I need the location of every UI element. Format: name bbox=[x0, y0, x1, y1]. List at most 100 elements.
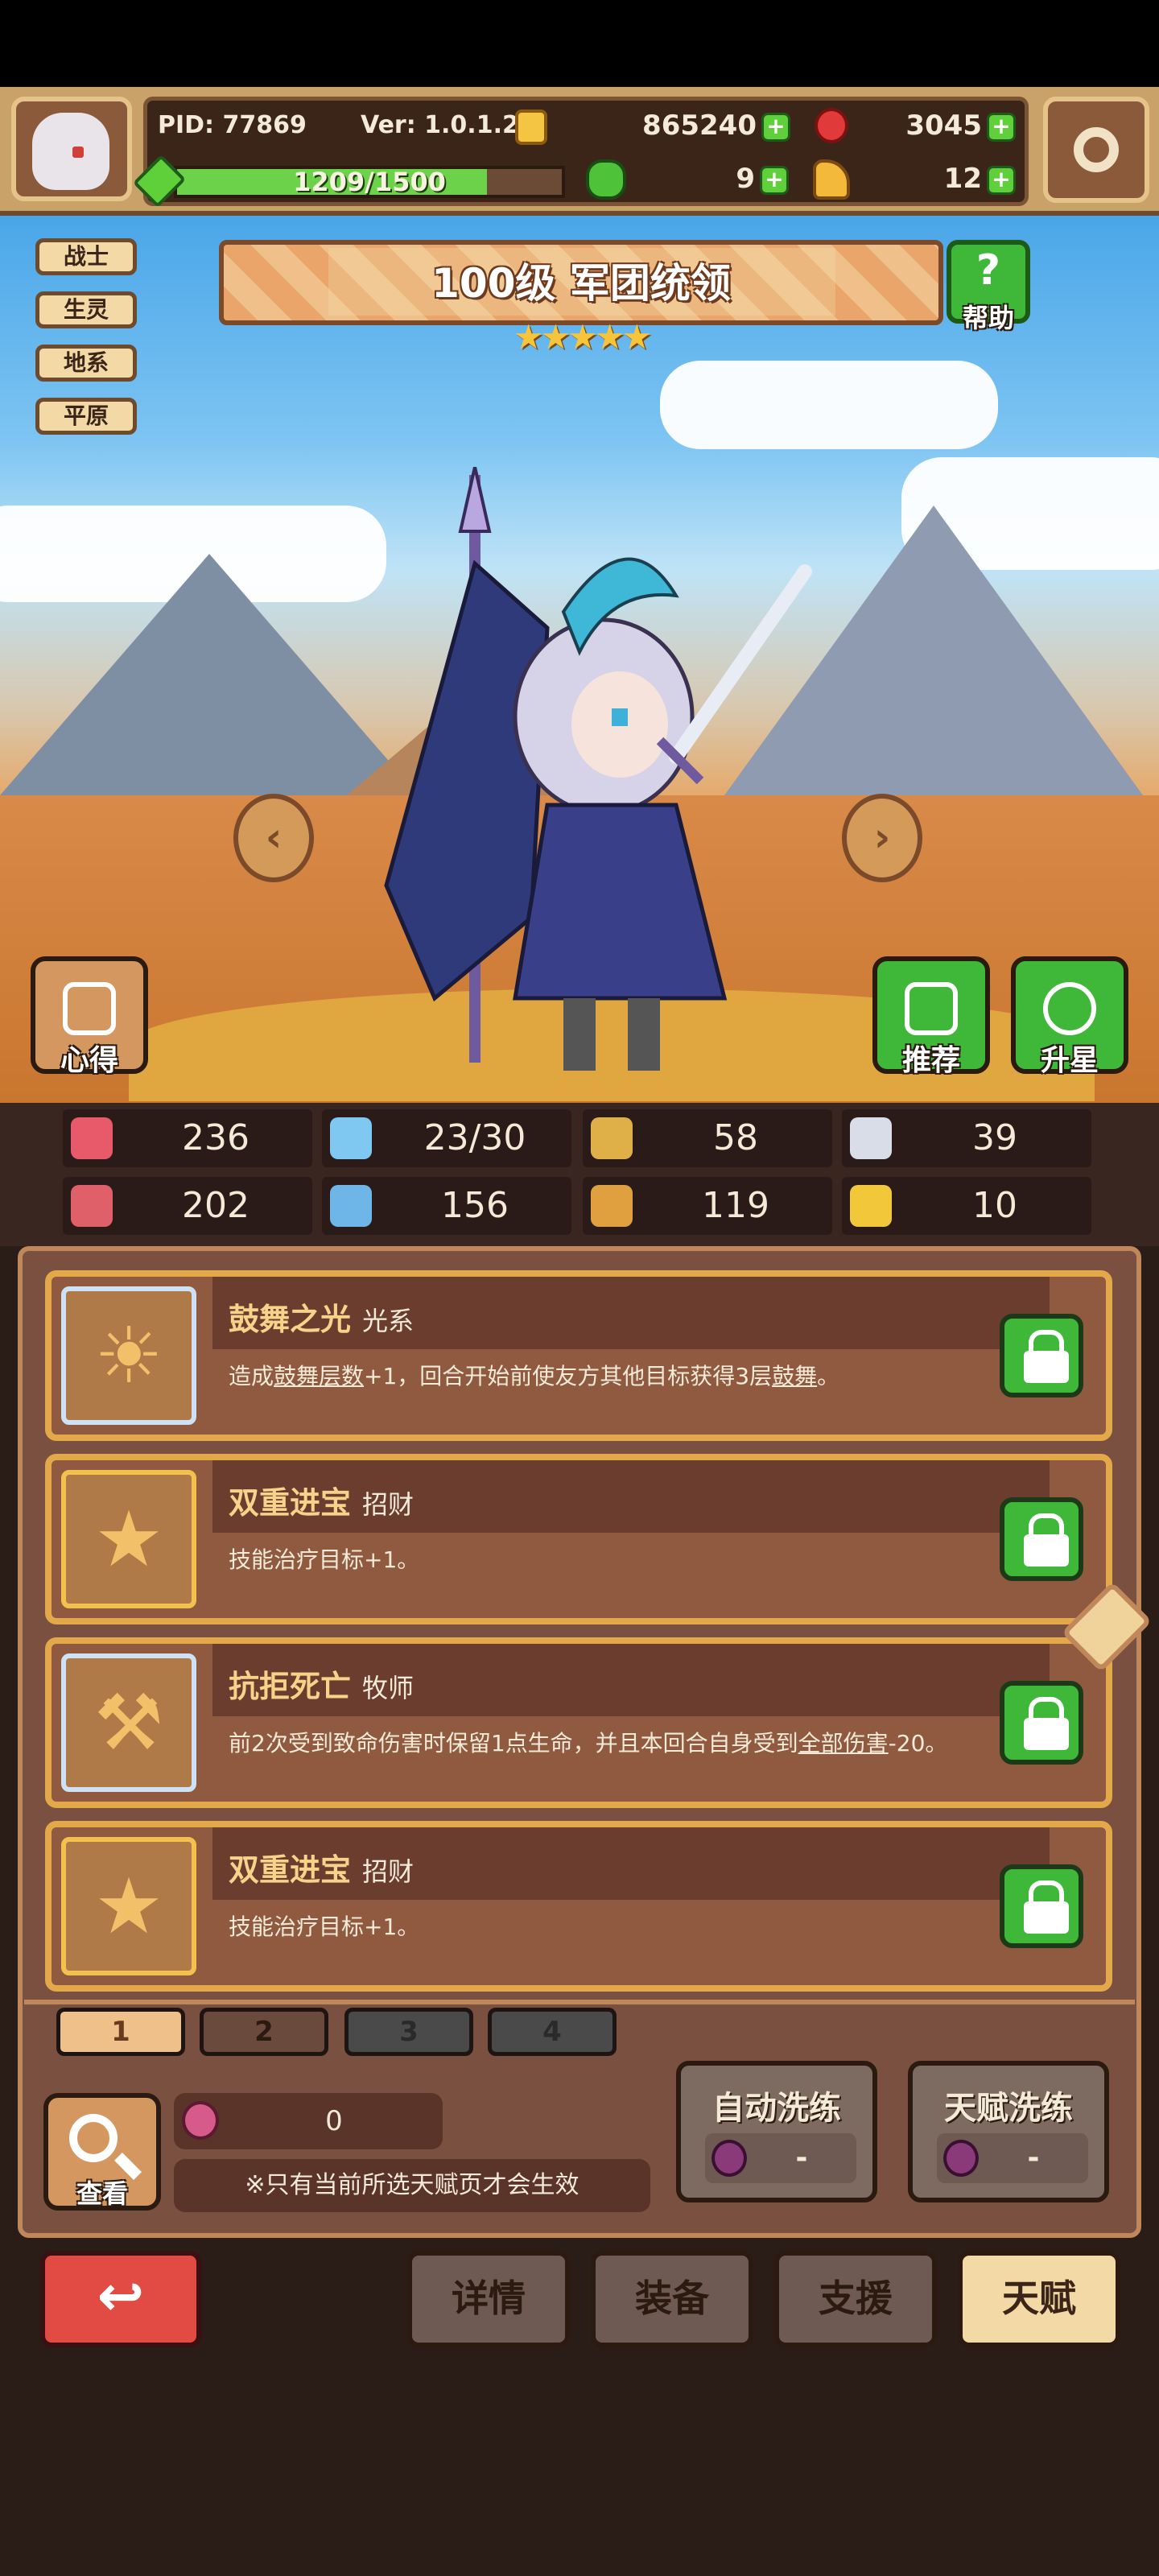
talent-name: 抗拒死亡 bbox=[229, 1669, 352, 1704]
question-icon: ? bbox=[975, 246, 1001, 295]
lock-button[interactable] bbox=[1000, 1681, 1083, 1765]
prev-hero-button[interactable]: ‹ bbox=[233, 794, 314, 882]
tag-terrain[interactable]: 平原 bbox=[35, 398, 137, 435]
stat-shield: 58 bbox=[583, 1109, 832, 1167]
player-avatar[interactable] bbox=[11, 97, 132, 201]
recommend-label: 推荐 bbox=[901, 1044, 960, 1077]
lock-body bbox=[1024, 1901, 1069, 1934]
keyword-link[interactable]: 鼓舞 bbox=[772, 1363, 817, 1389]
hero-stars: ★★★★★ bbox=[513, 317, 652, 357]
hero-cape bbox=[384, 559, 550, 1002]
lock-button[interactable] bbox=[1000, 1864, 1083, 1948]
clover-icon bbox=[586, 159, 626, 200]
description-text: 技能治疗目标+1。 bbox=[229, 1546, 420, 1573]
sun-icon: ☀ bbox=[93, 1311, 164, 1401]
talent-page-tab-3[interactable]: 3 bbox=[344, 2008, 473, 2056]
thumbs-up-icon bbox=[905, 982, 958, 1035]
stat-value: 39 bbox=[972, 1117, 1017, 1158]
talent-reroll-button[interactable]: 天赋洗练 - bbox=[908, 2061, 1109, 2202]
talent-page-note: ※只有当前所选天赋页才会生效 bbox=[174, 2159, 650, 2212]
star-icon: ★ bbox=[93, 1494, 164, 1584]
talent-icon-frame[interactable]: ☀ bbox=[61, 1286, 196, 1425]
description-text: -20。 bbox=[888, 1730, 948, 1757]
ruby-gem-icon bbox=[815, 108, 848, 143]
talent-card[interactable]: ★ 双重进宝 招财技能治疗目标+1。 bbox=[45, 1454, 1112, 1624]
talent-title: 双重进宝 招财 bbox=[229, 1478, 414, 1522]
stat-value: 236 bbox=[182, 1117, 250, 1158]
player-id: PID: 77869 bbox=[158, 111, 307, 139]
talent-page-tab-1[interactable]: 1 bbox=[56, 2008, 185, 2056]
keyword-link[interactable]: 全部伤害 bbox=[798, 1730, 889, 1757]
talent-reroll-cost: - bbox=[1027, 2141, 1040, 2174]
heart-icon bbox=[71, 1117, 113, 1159]
lock-button[interactable] bbox=[1000, 1497, 1083, 1581]
description-text: +1，回合开始前使友方其他目标获得3层 bbox=[364, 1363, 773, 1389]
nav-support-button[interactable]: 支援 bbox=[774, 2251, 937, 2347]
berry-icon bbox=[182, 2101, 219, 2140]
talent-description: 技能治疗目标+1。 bbox=[229, 1544, 1009, 1576]
keyword-link[interactable]: 鼓舞层数 bbox=[274, 1363, 364, 1389]
stat-horseshoe: 10 bbox=[842, 1177, 1091, 1235]
talent-title: 鼓舞之光 光系 bbox=[229, 1294, 414, 1339]
notes-icon bbox=[63, 982, 116, 1035]
talent-card[interactable]: ☀ 鼓舞之光 光系造成鼓舞层数+1，回合开始前使友方其他目标获得3层鼓舞。 bbox=[45, 1270, 1112, 1441]
talent-card[interactable]: ★ 双重进宝 招财 技能治疗目标+1。 bbox=[45, 1821, 1112, 1992]
tag-class[interactable]: 战士 bbox=[35, 238, 137, 275]
talent-description: 造成鼓舞层数+1，回合开始前使友方其他目标获得3层鼓舞。 bbox=[229, 1360, 1009, 1393]
add-gold-button[interactable]: + bbox=[761, 113, 790, 142]
add-hand-token-button[interactable]: + bbox=[987, 166, 1016, 195]
talent-school: 招财 bbox=[362, 1856, 415, 1887]
stat-value: 119 bbox=[702, 1185, 769, 1226]
tag-race[interactable]: 生灵 bbox=[35, 291, 137, 328]
auto-reroll-label: 自动洗练 bbox=[712, 2090, 841, 2127]
stat-value: 202 bbox=[182, 1185, 250, 1226]
xp-text: 1209/1500 bbox=[293, 167, 446, 197]
hero-leg bbox=[628, 998, 660, 1071]
gold-amount: 865240 bbox=[642, 109, 757, 142]
stat-value: 58 bbox=[713, 1117, 758, 1158]
talent-name: 鼓舞之光 bbox=[229, 1302, 352, 1337]
stat-book: 156 bbox=[322, 1177, 571, 1235]
horseshoe-icon bbox=[850, 1185, 892, 1227]
talent-name: 双重进宝 bbox=[229, 1485, 352, 1521]
nav-details-button[interactable]: 详情 bbox=[407, 2251, 570, 2347]
berry-count: 0 bbox=[325, 2105, 343, 2137]
auto-reroll-button[interactable]: 自动洗练 - bbox=[676, 2061, 877, 2202]
add-gems-button[interactable]: + bbox=[987, 113, 1016, 142]
back-button[interactable]: ↩ bbox=[40, 2251, 201, 2347]
hero-leg bbox=[563, 998, 596, 1071]
add-clover-button[interactable]: + bbox=[760, 166, 789, 195]
clover-amount: 9 bbox=[736, 163, 755, 195]
help-label: 帮助 bbox=[962, 303, 1014, 333]
talent-icon-frame[interactable]: ★ bbox=[61, 1470, 196, 1608]
avatar-face bbox=[32, 113, 109, 190]
hero-eye bbox=[612, 708, 628, 726]
settings-button[interactable] bbox=[1043, 97, 1149, 203]
lock-body bbox=[1024, 1534, 1069, 1567]
gem-amount: 3045 bbox=[905, 109, 982, 142]
tab-divider bbox=[24, 2000, 1135, 2004]
view-label: 查看 bbox=[76, 2178, 128, 2209]
talent-page-tab-2[interactable]: 2 bbox=[200, 2008, 328, 2056]
nav-equipment-button[interactable]: 装备 bbox=[591, 2251, 753, 2347]
stat-mana-drop: 23/30 bbox=[322, 1109, 571, 1167]
talent-icon-frame[interactable]: ★ bbox=[61, 1837, 196, 1975]
hero-dress bbox=[513, 803, 728, 1001]
sword bbox=[669, 564, 812, 764]
talent-reroll-label: 天赋洗练 bbox=[944, 2090, 1073, 2127]
wing-icon bbox=[850, 1117, 892, 1159]
talent-page-tab-4[interactable]: 4 bbox=[488, 2008, 617, 2056]
tag-element[interactable]: 地系 bbox=[35, 345, 137, 382]
talent-school: 招财 bbox=[362, 1489, 415, 1520]
nav-talent-button[interactable]: 天赋 bbox=[958, 2251, 1120, 2347]
next-hero-button[interactable]: › bbox=[842, 794, 922, 882]
boot-icon bbox=[591, 1185, 633, 1227]
talent-card[interactable]: ⚒ 抗拒死亡 牧师 前2次受到致命伤害时保留1点生命，并且本回合自身受到全部伤害-20… bbox=[45, 1637, 1112, 1808]
description-text: 技能治疗目标+1。 bbox=[229, 1913, 420, 1940]
lock-button[interactable] bbox=[1000, 1314, 1083, 1397]
talent-icon-frame[interactable]: ⚒ bbox=[61, 1653, 196, 1792]
insights-label: 心得 bbox=[60, 1044, 118, 1077]
description-text: 。 bbox=[817, 1363, 840, 1389]
auto-reroll-cost: - bbox=[795, 2141, 808, 2174]
lock-body bbox=[1024, 1351, 1069, 1383]
